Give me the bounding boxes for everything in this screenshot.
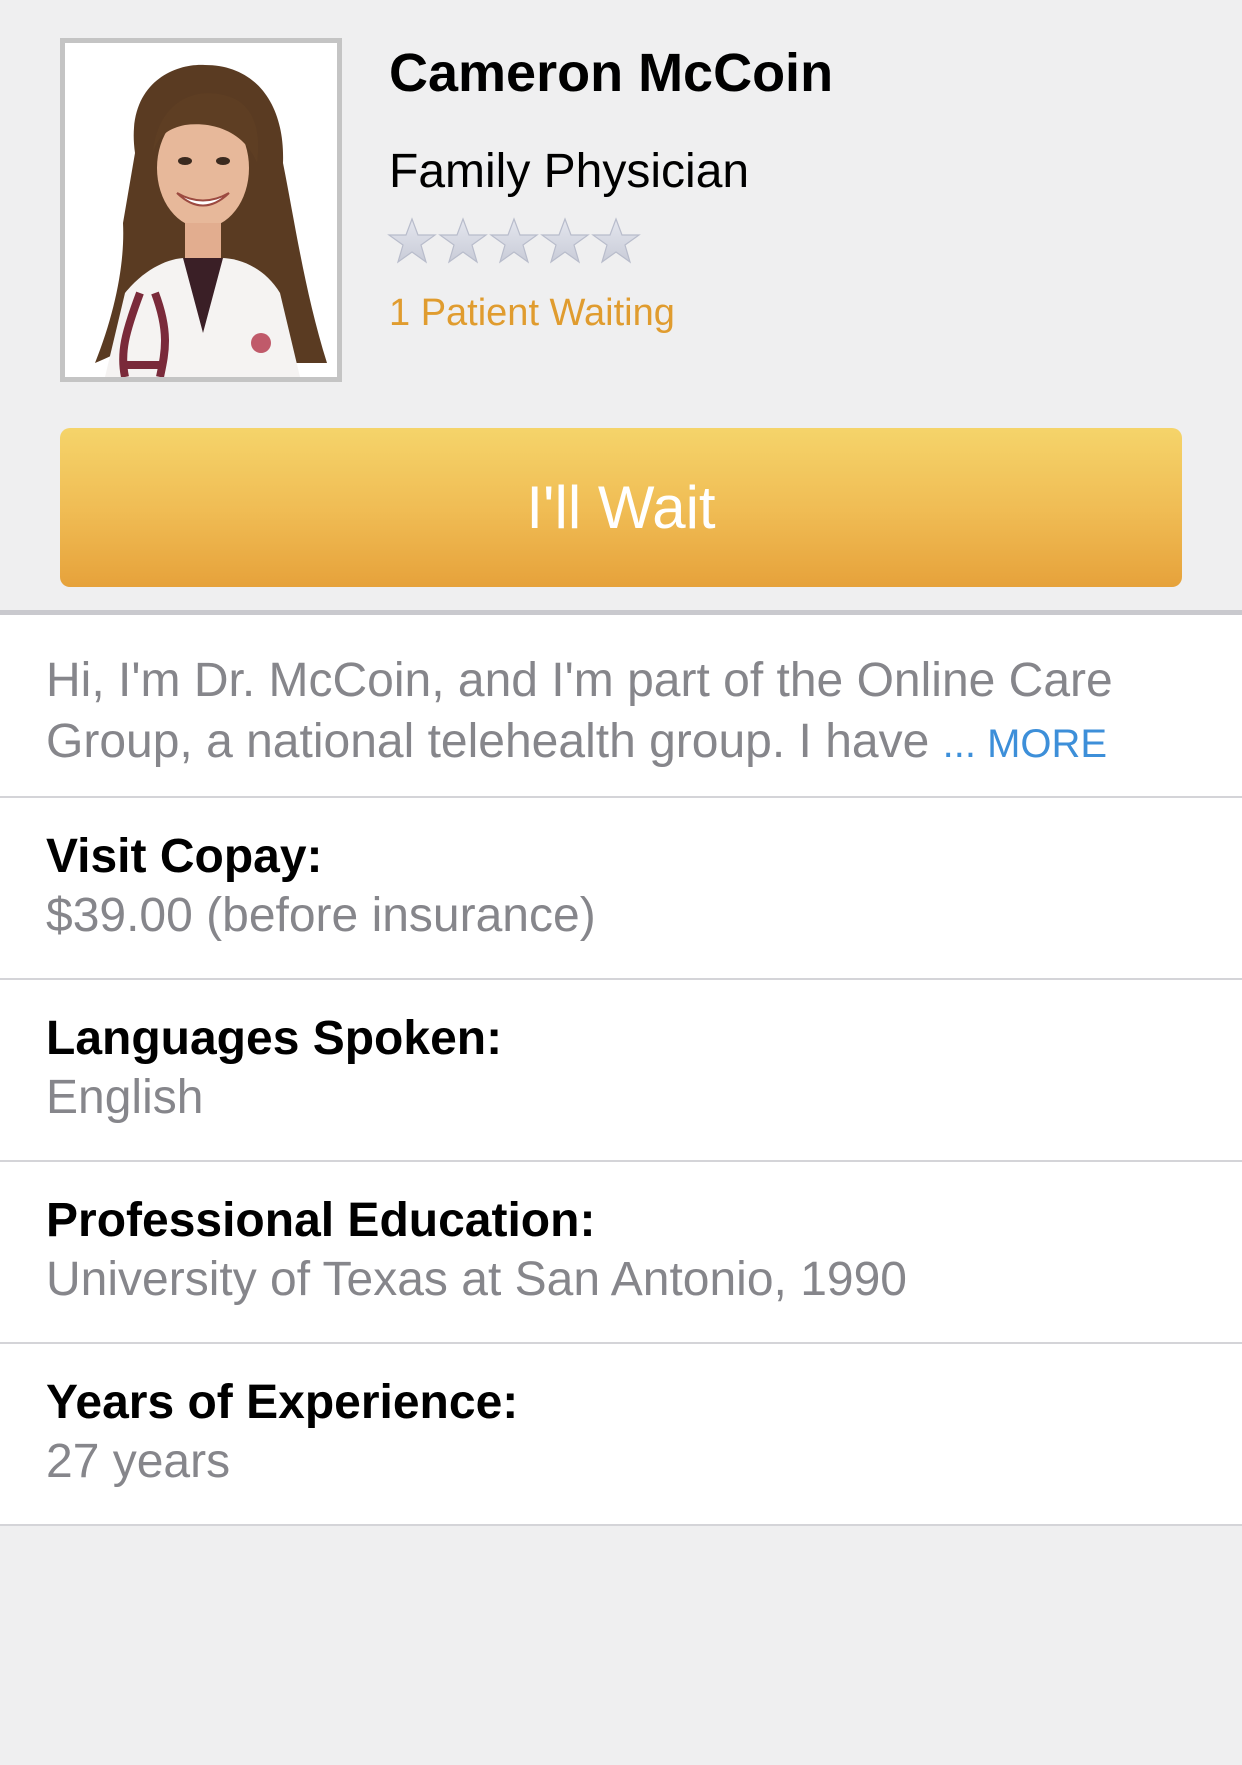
doctor-header: Cameron McCoin Family Physician 1 Patien… <box>0 0 1242 615</box>
detail-label: Languages Spoken: <box>46 1012 503 1065</box>
rating-stars <box>387 216 641 266</box>
doctor-portrait-image <box>65 43 337 377</box>
star-empty-icon <box>540 217 590 264</box>
wait-button[interactable]: I'll Wait <box>60 428 1182 587</box>
star-empty-icon <box>438 217 488 264</box>
detail-row-experience: Years of Experience: 27 years <box>0 1344 1242 1526</box>
detail-value: 27 years <box>46 1435 231 1488</box>
detail-label: Years of Experience: <box>46 1376 519 1429</box>
doctor-details: Hi, I'm Dr. McCoin, and I'm part of the … <box>0 615 1242 1526</box>
detail-row-languages: Languages Spoken: English <box>0 980 1242 1162</box>
detail-value: $39.00 (before insurance) <box>46 889 596 942</box>
detail-label: Professional Education: <box>46 1194 596 1247</box>
detail-row-copay: Visit Copay: $39.00 (before insurance) <box>0 798 1242 980</box>
detail-row-education: Professional Education: University of Te… <box>0 1162 1242 1344</box>
detail-value: English <box>46 1071 204 1124</box>
star-empty-icon <box>489 217 539 264</box>
detail-label: Visit Copay: <box>46 830 323 883</box>
doctor-specialty: Family Physician <box>389 145 750 198</box>
doctor-photo <box>60 38 342 382</box>
star-empty-icon <box>387 217 437 264</box>
doctor-bio: Hi, I'm Dr. McCoin, and I'm part of the … <box>0 615 1242 798</box>
doctor-name: Cameron McCoin <box>389 43 834 103</box>
star-empty-icon <box>591 217 641 264</box>
detail-value: University of Texas at San Antonio, 1990 <box>46 1253 907 1306</box>
patients-waiting: 1 Patient Waiting <box>389 292 675 334</box>
bio-more-link[interactable]: ... MORE <box>943 722 1107 766</box>
